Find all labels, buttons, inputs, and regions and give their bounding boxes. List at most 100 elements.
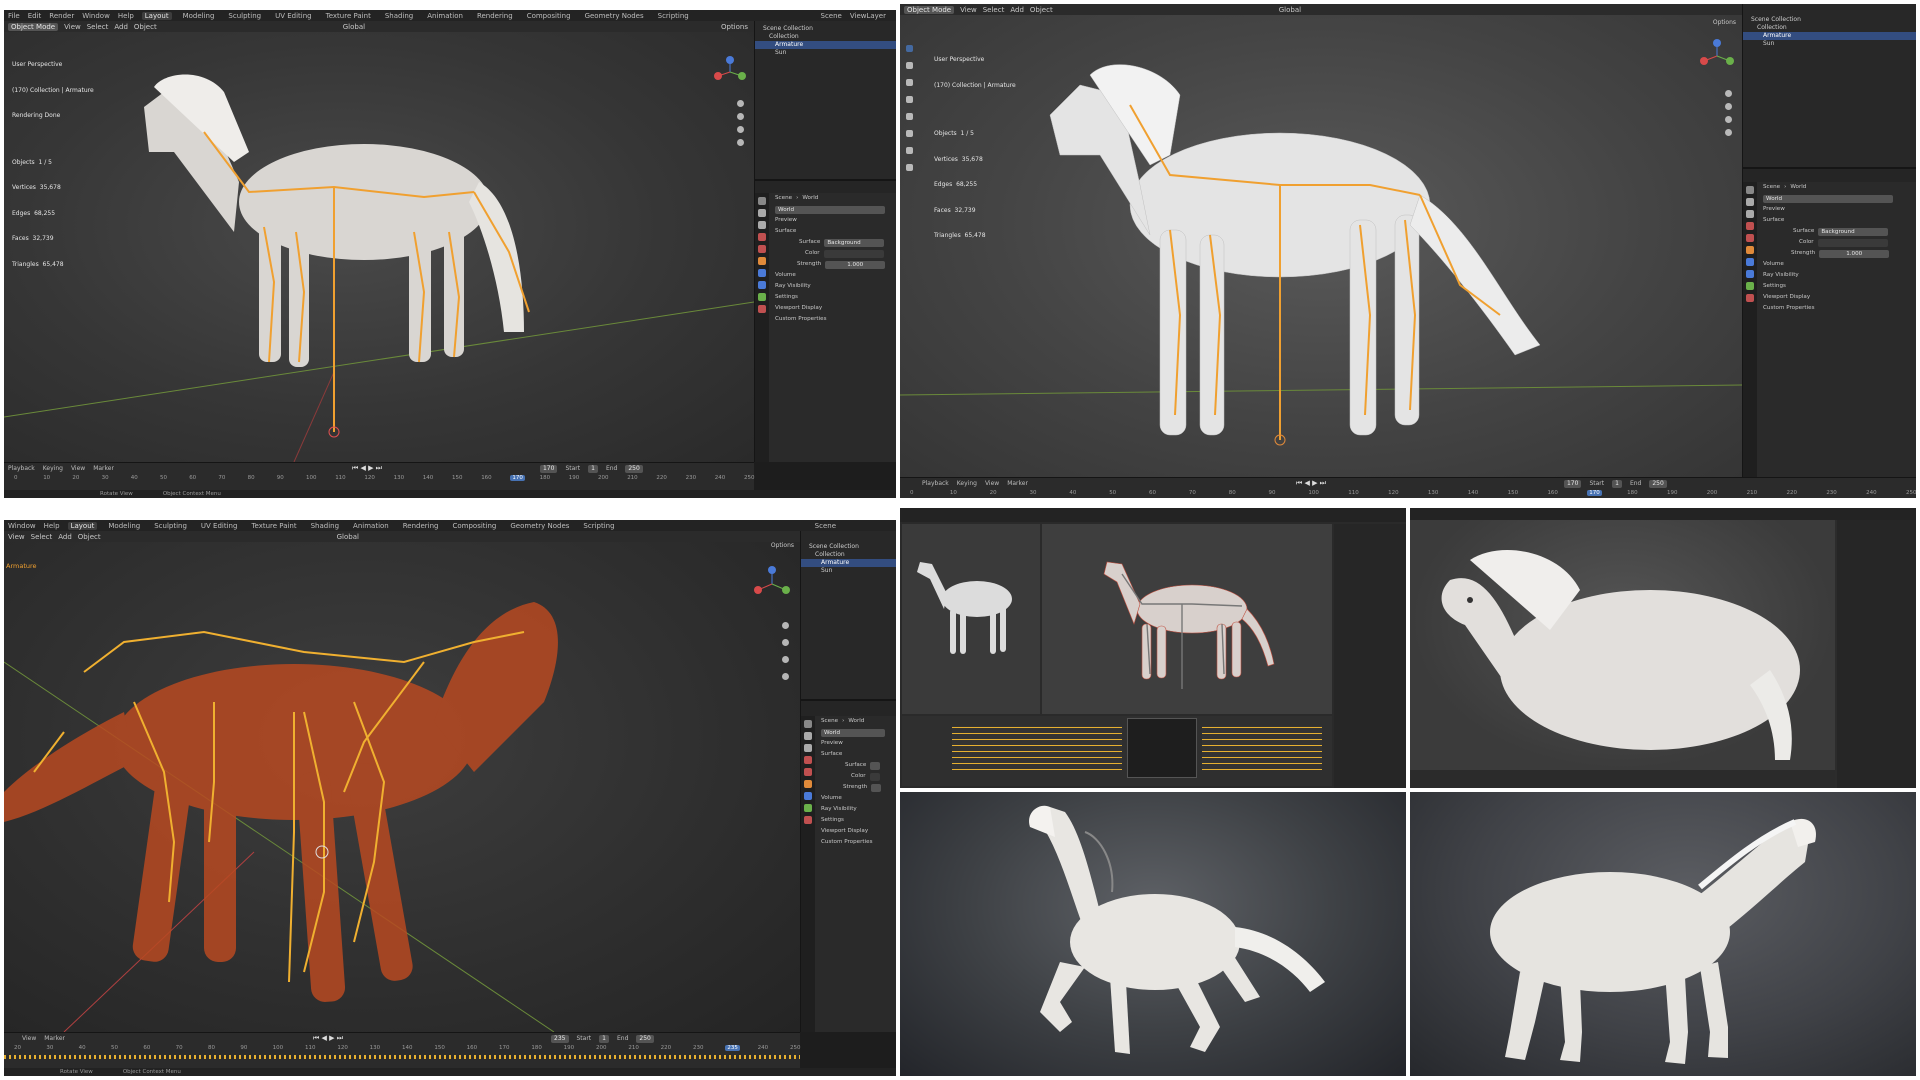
menu-file[interactable]: File: [8, 12, 20, 20]
scene-selector[interactable]: Scene: [821, 12, 842, 20]
navigation-gizmo[interactable]: [710, 52, 750, 92]
panel-viewport-display[interactable]: Viewport Display: [769, 303, 896, 314]
outliner-collection[interactable]: Collection: [1743, 24, 1916, 32]
modifier-tab-icon[interactable]: [1746, 258, 1754, 266]
camera-icon[interactable]: [737, 126, 744, 133]
strength-field[interactable]: 1.000: [825, 260, 886, 269]
surface-shader-field[interactable]: [870, 761, 881, 770]
outliner-sun[interactable]: Sun: [1743, 40, 1916, 48]
tab-layout[interactable]: Layout: [67, 521, 98, 530]
pan-hand-icon[interactable]: [737, 113, 744, 120]
end-frame-field[interactable]: 250: [625, 464, 643, 473]
strength-field[interactable]: [871, 783, 882, 792]
3d-viewport[interactable]: User Perspective (170) Collection | Arma…: [900, 15, 1742, 477]
timeline-marker[interactable]: Marker: [93, 465, 114, 472]
tab-texture-paint[interactable]: Texture Paint: [248, 522, 299, 530]
tab-scripting[interactable]: Scripting: [655, 12, 692, 20]
current-frame-field[interactable]: 170: [539, 464, 558, 473]
grid-icon[interactable]: [1725, 129, 1732, 136]
menu-help[interactable]: Help: [118, 12, 134, 20]
scale-tool-icon[interactable]: [906, 113, 913, 120]
menu-view[interactable]: View: [960, 6, 977, 14]
panel-volume[interactable]: Volume: [815, 793, 896, 804]
camera-icon[interactable]: [782, 656, 789, 663]
output-tab-icon[interactable]: [1746, 210, 1754, 218]
render-tab-icon[interactable]: [804, 732, 812, 740]
world-selector[interactable]: World: [775, 205, 885, 214]
panel-volume[interactable]: Volume: [769, 270, 896, 281]
current-frame-field[interactable]: 235: [551, 1034, 569, 1043]
menu-add[interactable]: Add: [1010, 6, 1024, 14]
zoom-icon[interactable]: [1725, 90, 1732, 97]
menu-edit[interactable]: Edit: [28, 12, 42, 20]
pan-hand-icon[interactable]: [782, 639, 789, 646]
zoom-icon[interactable]: [737, 100, 744, 107]
timeline-playback[interactable]: Playback: [922, 480, 949, 487]
panel-surface[interactable]: Surface: [769, 226, 896, 237]
toolbar[interactable]: [906, 45, 913, 171]
panel-settings[interactable]: Settings: [815, 815, 896, 826]
world-tab-icon[interactable]: [804, 768, 812, 776]
camera-icon[interactable]: [1725, 116, 1732, 123]
navigation-gizmo[interactable]: [750, 562, 794, 606]
data-tab-icon[interactable]: [804, 804, 812, 812]
color-field[interactable]: [869, 772, 880, 781]
menu-object[interactable]: Object: [1030, 6, 1053, 14]
menu-add[interactable]: Add: [58, 533, 72, 541]
output-tab-icon[interactable]: [804, 744, 812, 752]
tab-modeling[interactable]: Modeling: [180, 12, 218, 20]
viewlayer-selector[interactable]: ViewLayer: [850, 12, 886, 20]
tab-compositing[interactable]: Compositing: [524, 12, 574, 20]
texture-tab-icon[interactable]: [758, 305, 766, 313]
panel-preview[interactable]: Preview: [1757, 204, 1916, 215]
frame-ruler[interactable]: 0 10 20 30 40 50 60 70 80 90 100 110 120 130 140 150 160…: [900, 489, 1916, 498]
surface-shader-field[interactable]: Background: [1818, 227, 1889, 236]
grid-icon[interactable]: [737, 139, 744, 146]
navigation-gizmo[interactable]: [1696, 35, 1738, 77]
3d-viewport[interactable]: User Perspective (170) Collection | Arma…: [4, 32, 754, 462]
tab-scripting[interactable]: Scripting: [580, 522, 617, 530]
menu-help[interactable]: Help: [44, 522, 60, 530]
tab-geometry-nodes[interactable]: Geometry Nodes: [582, 12, 647, 20]
timeline-marker[interactable]: Marker: [1007, 480, 1028, 487]
world-selector[interactable]: World: [821, 728, 885, 737]
menu-view[interactable]: View: [8, 533, 25, 541]
transform-tool-icon[interactable]: [906, 130, 913, 137]
tab-sculpting[interactable]: Sculpting: [151, 522, 190, 530]
viewport-nav-tools[interactable]: [1725, 90, 1732, 136]
menu-object[interactable]: Object: [134, 23, 157, 31]
outliner-scene-collection[interactable]: Scene Collection: [801, 543, 896, 551]
panel-custom-properties[interactable]: Custom Properties: [815, 837, 896, 848]
data-tab-icon[interactable]: [1746, 282, 1754, 290]
tab-animation[interactable]: Animation: [424, 12, 466, 20]
tab-sculpting[interactable]: Sculpting: [225, 12, 264, 20]
frame-ruler[interactable]: 20 30 40 50 60 70 80 90 100 110 120 130 140 150 160 170…: [4, 1044, 801, 1053]
zoom-icon[interactable]: [782, 622, 789, 629]
tab-rendering[interactable]: Rendering: [400, 522, 442, 530]
timeline-keying[interactable]: Keying: [43, 465, 63, 472]
end-frame-field[interactable]: 250: [636, 1034, 654, 1043]
playback-controls[interactable]: ⏮ ◀ ▶ ⏭: [352, 464, 382, 473]
outliner-sun[interactable]: Sun: [801, 567, 896, 575]
grid-icon[interactable]: [782, 673, 789, 680]
physics-tab-icon[interactable]: [1746, 270, 1754, 278]
outliner-armature[interactable]: Armature: [1743, 32, 1916, 40]
outliner-armature[interactable]: Armature: [755, 41, 896, 49]
transform-orientation[interactable]: Global: [343, 23, 365, 31]
world-selector[interactable]: World: [1763, 194, 1893, 203]
panel-surface[interactable]: Surface: [815, 749, 896, 760]
mode-dropdown[interactable]: Object Mode: [8, 22, 59, 31]
start-frame-field[interactable]: 1: [1612, 479, 1622, 488]
move-tool-icon[interactable]: [906, 79, 913, 86]
end-frame-field[interactable]: 250: [1649, 479, 1667, 488]
outliner-scene-collection[interactable]: Scene Collection: [1743, 16, 1916, 24]
panel-viewport-display[interactable]: Viewport Display: [815, 826, 896, 837]
menu-select[interactable]: Select: [87, 23, 109, 31]
panel-ray-visibility[interactable]: Ray Visibility: [1757, 270, 1916, 281]
world-tab-icon[interactable]: [758, 245, 766, 253]
outliner-scene-collection[interactable]: Scene Collection: [755, 25, 896, 33]
options-button[interactable]: Options: [1713, 19, 1736, 26]
texture-tab-icon[interactable]: [1746, 294, 1754, 302]
panel-ray-visibility[interactable]: Ray Visibility: [815, 804, 896, 815]
panel-custom-properties[interactable]: Custom Properties: [1757, 303, 1916, 314]
